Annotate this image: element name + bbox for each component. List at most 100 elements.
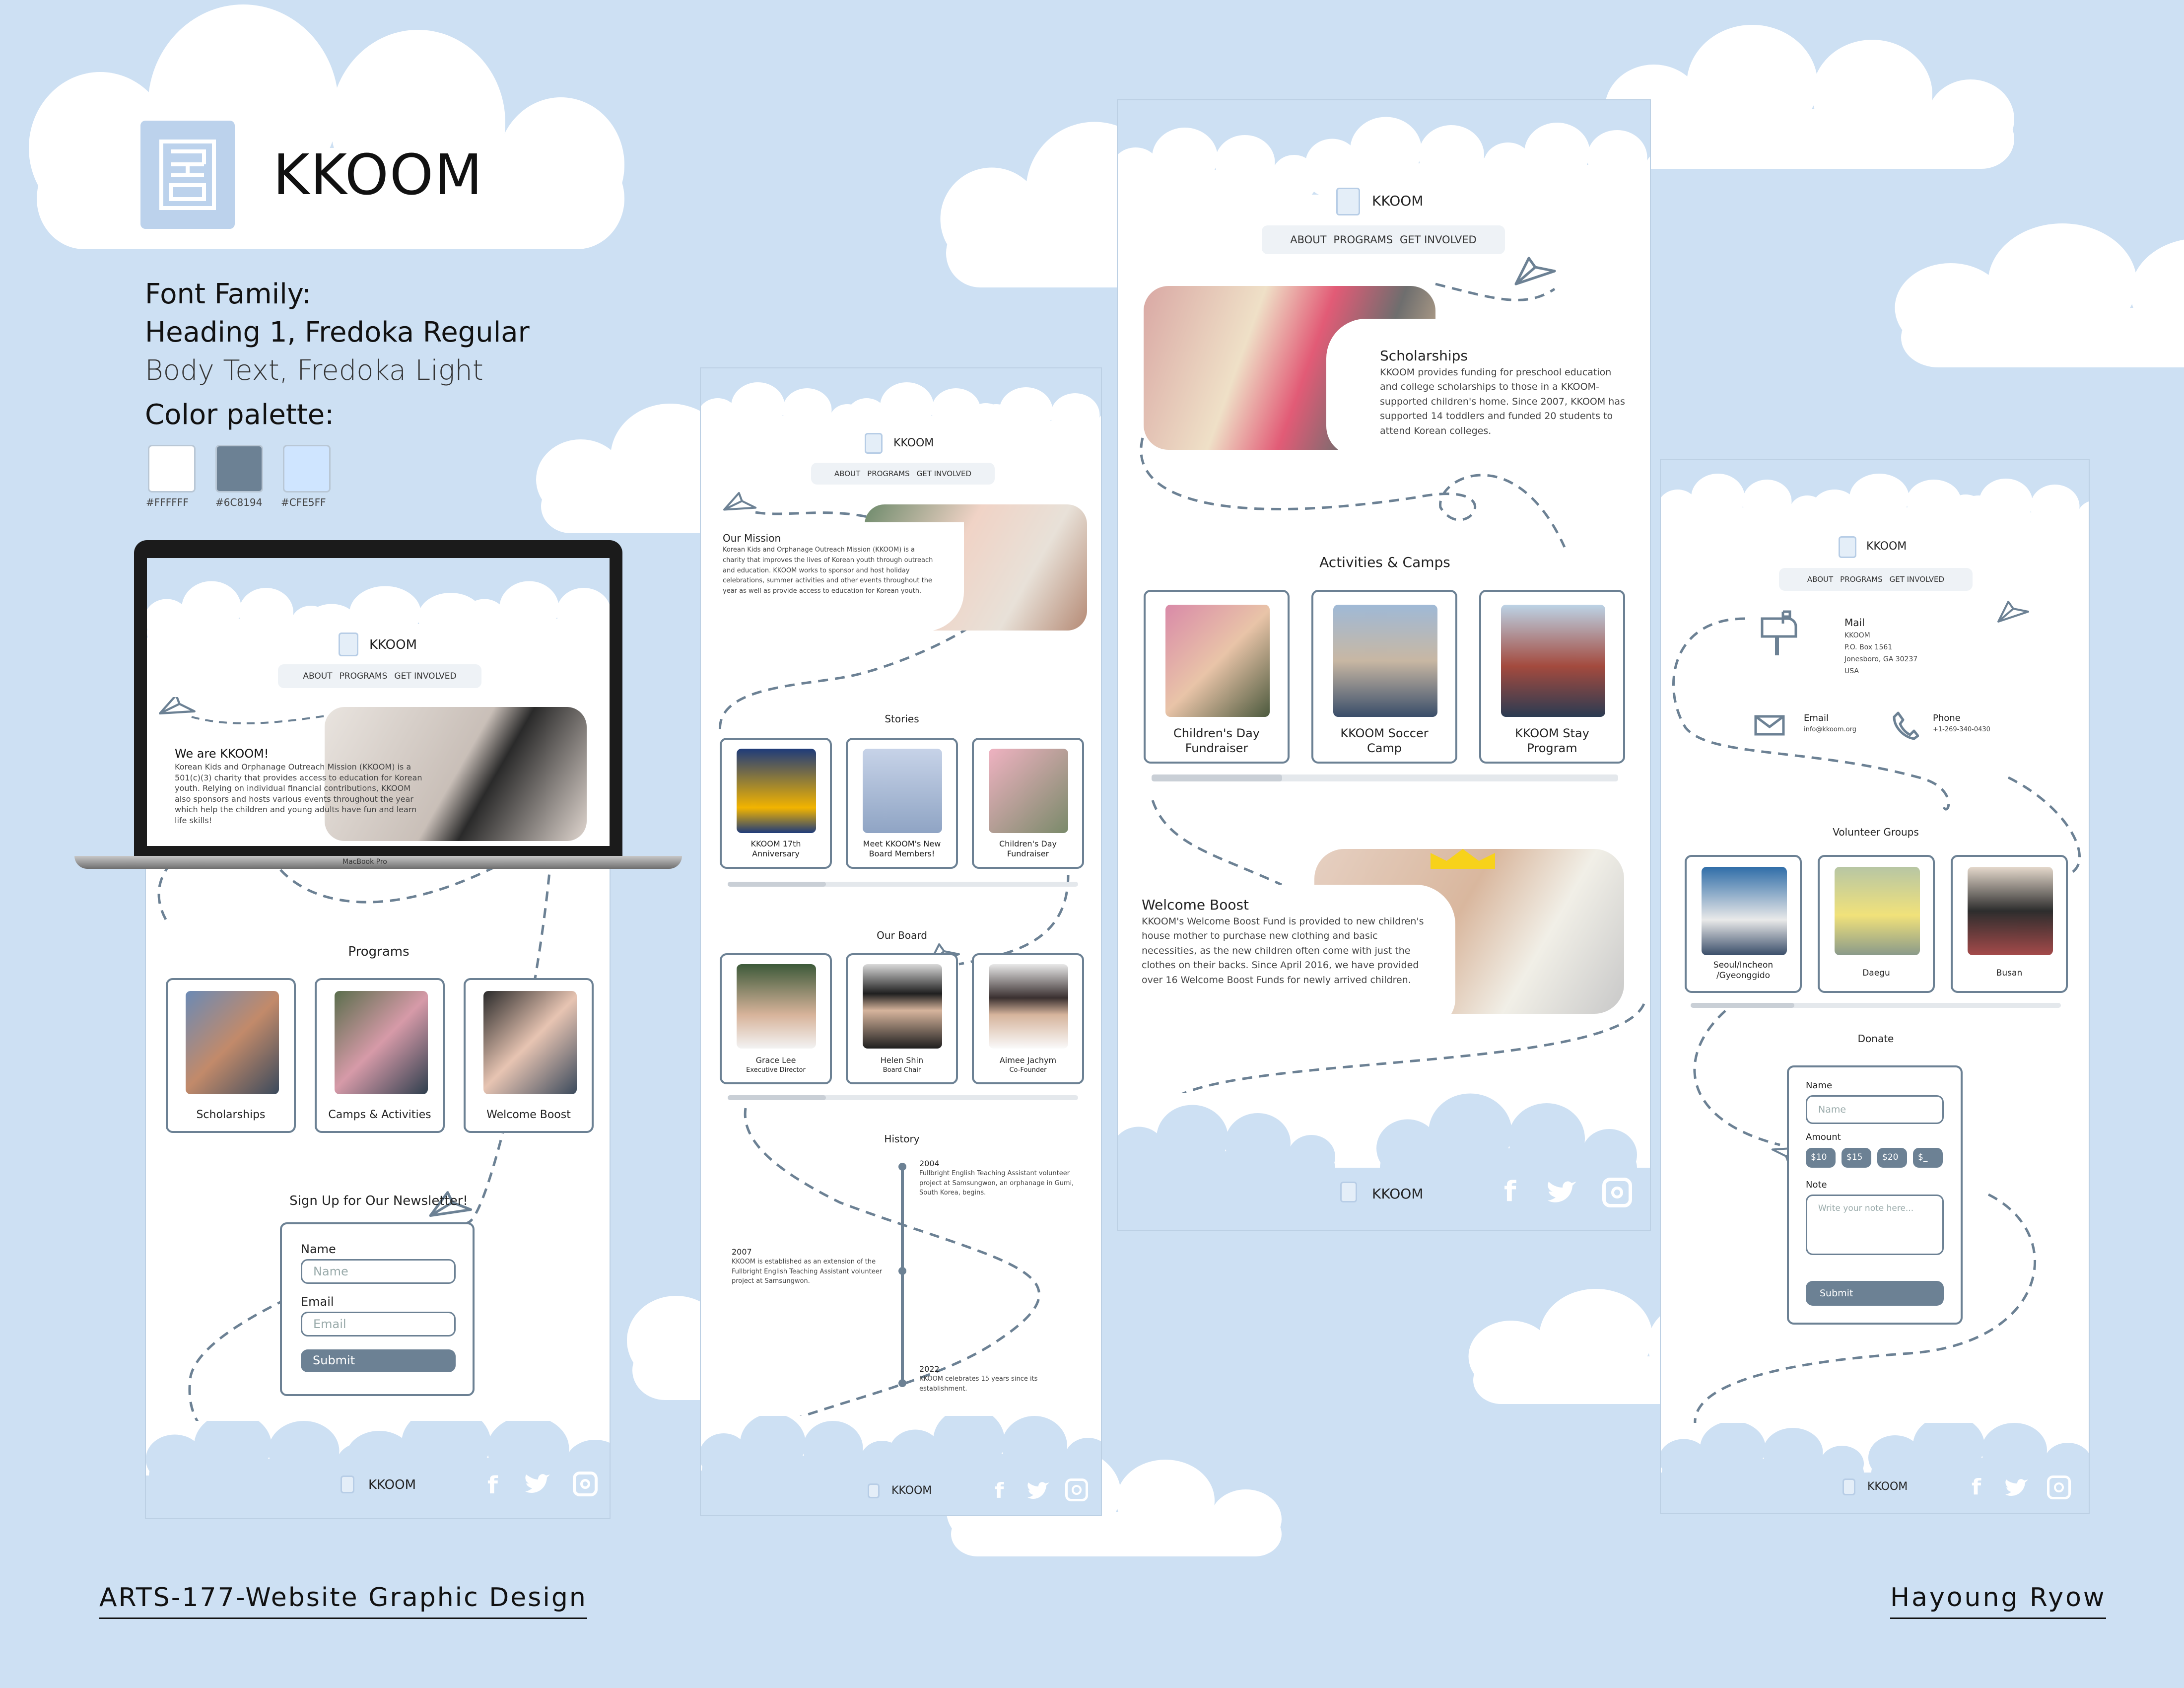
email-value[interactable]: info@kkoom.org (1804, 726, 1856, 733)
twitter-icon[interactable] (2003, 1478, 2028, 1498)
activity-card-label: Children's Day Fundraiser (1173, 726, 1260, 755)
activity-photo (1501, 605, 1605, 717)
twitter-icon[interactable] (1546, 1181, 1576, 1205)
twitter-icon[interactable] (1025, 1481, 1049, 1501)
activity-card-soccer[interactable]: KKOOM Soccer Camp (1311, 590, 1457, 764)
board-photo (989, 964, 1068, 1049)
laptop-model-label: MacBook Pro (342, 858, 387, 866)
twitter-icon[interactable] (523, 1474, 550, 1495)
facebook-icon[interactable]: f (1972, 1475, 1981, 1500)
submit-button[interactable]: Submit (301, 1349, 456, 1372)
welcome-body: KKOOM's Welcome Boost Fund is provided t… (1142, 916, 1424, 985)
story-photo (989, 749, 1068, 833)
laptop: KKOOM ABOUT PROGRAMS GET INVOLVED We are… (74, 540, 682, 869)
activity-card-stay[interactable]: KKOOM Stay Program (1479, 590, 1625, 764)
mission-title: Our Mission (723, 532, 781, 544)
facebook-icon[interactable]: f (995, 1478, 1004, 1503)
history-year: 2004 (919, 1159, 940, 1168)
swatch-label-slate: #6C8194 (215, 496, 263, 508)
timeline-dot (898, 1267, 906, 1275)
facebook-icon[interactable]: f (1504, 1176, 1516, 1208)
story-card-board[interactable]: Meet KKOOM's New Board Members! (846, 738, 958, 869)
swatch-lightblue (283, 445, 331, 492)
footer-logo-icon (868, 1483, 880, 1498)
palette-label: Color palette: (145, 399, 335, 431)
story-card-label: Meet KKOOM's New Board Members! (863, 839, 941, 858)
author-caption: Hayoung Ryow (1890, 1583, 2107, 1619)
name-field[interactable]: Name (301, 1259, 456, 1284)
activity-card-childrens-day[interactable]: Children's Day Fundraiser (1144, 590, 1290, 764)
facebook-icon[interactable]: f (487, 1472, 498, 1499)
amount-15-button[interactable]: $15 (1842, 1148, 1871, 1168)
board-card-grace[interactable]: Grace Lee Executive Director (720, 953, 832, 1084)
swatch-label-lightblue: #CFE5FF (281, 496, 326, 508)
story-card-anniversary[interactable]: KKOOM 17th Anniversary (720, 738, 832, 869)
logo-mark (140, 121, 235, 229)
history-text: KKOOM is established as an extension of … (732, 1258, 883, 1285)
amount-20-button[interactable]: $20 (1877, 1148, 1907, 1168)
note-textarea[interactable]: Write your note here... (1806, 1195, 1944, 1255)
main-nav: ABOUT PROGRAMS GET INVOLVED (278, 664, 481, 688)
mail-title: Mail (1844, 617, 1865, 629)
history-text: KKOOM celebrates 15 years since its esta… (919, 1375, 1038, 1393)
board-name: Helen Shin (880, 1055, 924, 1065)
group-card-busan[interactable]: Busan (1951, 855, 2068, 993)
programs-heading: Programs (348, 944, 410, 959)
kkoom-glyph-icon (159, 140, 216, 210)
group-card-label: Daegu (1862, 968, 1890, 978)
board-scrollbar[interactable] (728, 1095, 1078, 1100)
laptop-screen: KKOOM ABOUT PROGRAMS GET INVOLVED We are… (147, 558, 610, 846)
about-page: KKOOM ABOUT PROGRAMS GET INVOLVED Our Mi… (700, 367, 1102, 1516)
stories-heading: Stories (885, 713, 919, 725)
scholarships-body: KKOOM provides funding for preschool edu… (1380, 367, 1625, 436)
board-card-aimee[interactable]: Aimee Jachym Co-Founder (972, 953, 1084, 1084)
name-label: Name (301, 1242, 336, 1256)
footer-logo-icon (341, 1476, 354, 1493)
footer-logo-icon (1843, 1478, 1855, 1495)
instagram-icon[interactable] (2047, 1476, 2071, 1499)
amount-10-button[interactable]: $10 (1806, 1148, 1836, 1168)
instagram-icon[interactable] (1065, 1478, 1088, 1501)
instagram-icon[interactable] (1602, 1178, 1632, 1207)
board-card-helen[interactable]: Helen Shin Board Chair (846, 953, 958, 1084)
nav-about[interactable]: ABOUT (303, 671, 332, 681)
program-card-welcome[interactable]: Welcome Boost (464, 978, 594, 1133)
amount-custom-button[interactable]: $_ (1913, 1148, 1943, 1168)
activity-card-label: KKOOM Soccer Camp (1340, 726, 1429, 755)
program-card-label: Scholarships (196, 1109, 266, 1121)
story-card-childrens-day[interactable]: Children's Day Fundraiser (972, 738, 1084, 869)
footer-brand: KKOOM (891, 1484, 932, 1497)
phone-value[interactable]: +1-269-340-0430 (1933, 726, 1990, 733)
program-card-scholarships[interactable]: Scholarships (166, 978, 296, 1133)
board-name: Aimee Jachym (999, 1055, 1057, 1065)
footer-brand: KKOOM (1372, 1186, 1424, 1202)
phone-title: Phone (1933, 713, 1961, 723)
scholarships-title: Scholarships (1380, 348, 1468, 364)
phone-icon (1892, 711, 1919, 740)
donate-submit-button[interactable]: Submit (1806, 1281, 1944, 1306)
program-photo (483, 991, 577, 1094)
mail-line: P.O. Box 1561 (1844, 643, 1893, 651)
font-family-label: Font Family: (145, 278, 311, 310)
groups-scrollbar[interactable] (1691, 1003, 2061, 1008)
history-text: Fullbright English Teaching Assistant vo… (919, 1170, 1074, 1196)
board-photo (863, 964, 942, 1049)
activities-scrollbar[interactable] (1152, 774, 1618, 781)
program-card-camps[interactable]: Camps & Activities (315, 978, 445, 1133)
swatch-label-white: #FFFFFF (146, 496, 189, 508)
email-field[interactable]: Email (301, 1312, 456, 1336)
brand-wordmark: KKOOM (273, 143, 483, 208)
group-card-daegu[interactable]: Daegu (1818, 855, 1935, 993)
newsletter-heading: Sign Up for Our Newsletter! (289, 1194, 468, 1208)
activity-photo (1165, 605, 1270, 717)
program-card-label: Camps & Activities (328, 1109, 431, 1121)
nav-get-involved[interactable]: GET INVOLVED (394, 671, 456, 681)
program-photo (335, 991, 428, 1094)
instagram-icon[interactable] (573, 1472, 598, 1496)
email-label: Email (301, 1295, 334, 1309)
nav-programs[interactable]: PROGRAMS (340, 671, 388, 681)
stories-scrollbar[interactable] (728, 882, 1078, 887)
activity-photo (1333, 605, 1437, 717)
group-card-seoul[interactable]: Seoul/Incheon /Gyeonggido (1685, 855, 1802, 993)
donate-name-field[interactable]: Name (1806, 1095, 1944, 1124)
